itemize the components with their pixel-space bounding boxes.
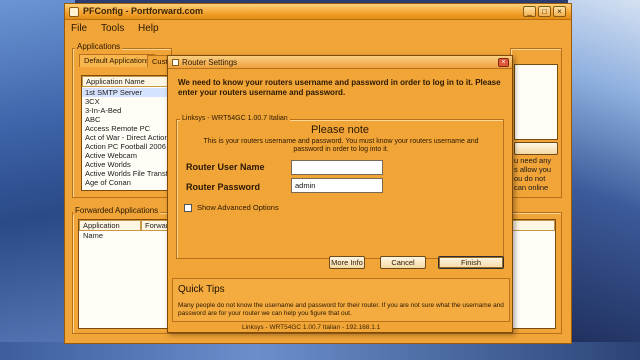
please-note-text: This is your routers username and passwo… (203, 138, 479, 153)
list-item[interactable]: 3CX (82, 97, 170, 106)
desktop-background-bottom (0, 342, 640, 360)
router-password-label: Router Password (186, 182, 261, 192)
applications-group-label: Applications (75, 42, 123, 51)
applications-list[interactable]: Application Name 1st SMTP Server 3CX 3-I… (81, 75, 171, 191)
dialog-close-button[interactable]: × (498, 58, 509, 67)
list-item[interactable]: 3-In-A-Bed (82, 106, 170, 115)
maximize-button[interactable]: □ (538, 6, 551, 17)
window-title-bar[interactable]: PFConfig - Portforward.com _ □ × (65, 4, 571, 20)
menu-tools[interactable]: Tools (101, 23, 124, 34)
router-model-label: Linksys - WRT54GC 1.00.7 Italian (180, 115, 290, 122)
list-item[interactable]: Action PC Football 2006 (82, 142, 170, 151)
forwarded-applications-label: Forwarded Applications (73, 206, 161, 215)
menu-bar: File Tools Help (65, 20, 571, 38)
tab-default-applications[interactable]: Default Applications (79, 54, 155, 67)
background-note-line: ou do not (514, 174, 546, 183)
router-password-field[interactable] (291, 178, 383, 193)
background-help-note: u need any s allow you ou do not can onl… (514, 156, 562, 192)
background-note-line: u need any (514, 156, 552, 165)
list-item[interactable]: Age of Conan (82, 178, 170, 187)
menu-file[interactable]: File (71, 23, 87, 34)
list-item[interactable]: 1st SMTP Server (82, 88, 170, 97)
router-username-field[interactable] (291, 160, 383, 175)
list-item[interactable]: Active Webcam (82, 151, 170, 160)
right-side-panel (514, 64, 558, 140)
list-header-application-name[interactable]: Application Name (82, 76, 170, 87)
quick-tips-title: Quick Tips (178, 284, 225, 295)
dialog-title-bar[interactable]: Router Settings × (168, 56, 512, 69)
list-item[interactable]: Act of War - Direct Action (82, 133, 170, 142)
quick-tips-text: Many people do not know the username and… (178, 302, 504, 317)
list-item[interactable]: Active Worlds File Transfer (82, 169, 170, 178)
router-username-label: Router User Name (186, 162, 265, 172)
dialog-icon (172, 59, 179, 66)
show-advanced-label[interactable]: Show Advanced Options (197, 203, 279, 212)
more-info-button[interactable]: More Info (329, 256, 365, 269)
app-icon (69, 7, 79, 17)
list-item[interactable]: Active Worlds (82, 160, 170, 169)
right-side-button[interactable] (514, 142, 558, 155)
dialog-title: Router Settings (182, 58, 238, 67)
cancel-button[interactable]: Cancel (380, 256, 426, 269)
list-item[interactable]: ABC (82, 115, 170, 124)
background-note-line: can online (514, 183, 549, 192)
minimize-button[interactable]: _ (523, 6, 536, 17)
show-advanced-checkbox[interactable] (184, 204, 192, 212)
list-item[interactable]: Access Remote PC (82, 124, 170, 133)
please-note-heading: Please note (310, 124, 370, 136)
menu-help[interactable]: Help (138, 23, 159, 34)
router-status-line: Linksys - WRT54GC 1.00.7 Italian - 192.1… (242, 324, 381, 331)
finish-button[interactable]: Finish (438, 256, 504, 269)
dialog-intro-text: We need to know your routers username an… (178, 78, 501, 97)
desktop-background-right (568, 0, 640, 360)
router-settings-dialog: Router Settings × We need to know your r… (167, 55, 513, 333)
applications-list-items: 1st SMTP Server 3CX 3-In-A-Bed ABC Acces… (82, 88, 170, 187)
background-note-line: s allow you (514, 165, 552, 174)
column-application-name[interactable]: Application Name (79, 220, 141, 240)
close-button[interactable]: × (553, 6, 566, 17)
window-title: PFConfig - Portforward.com (83, 6, 203, 16)
